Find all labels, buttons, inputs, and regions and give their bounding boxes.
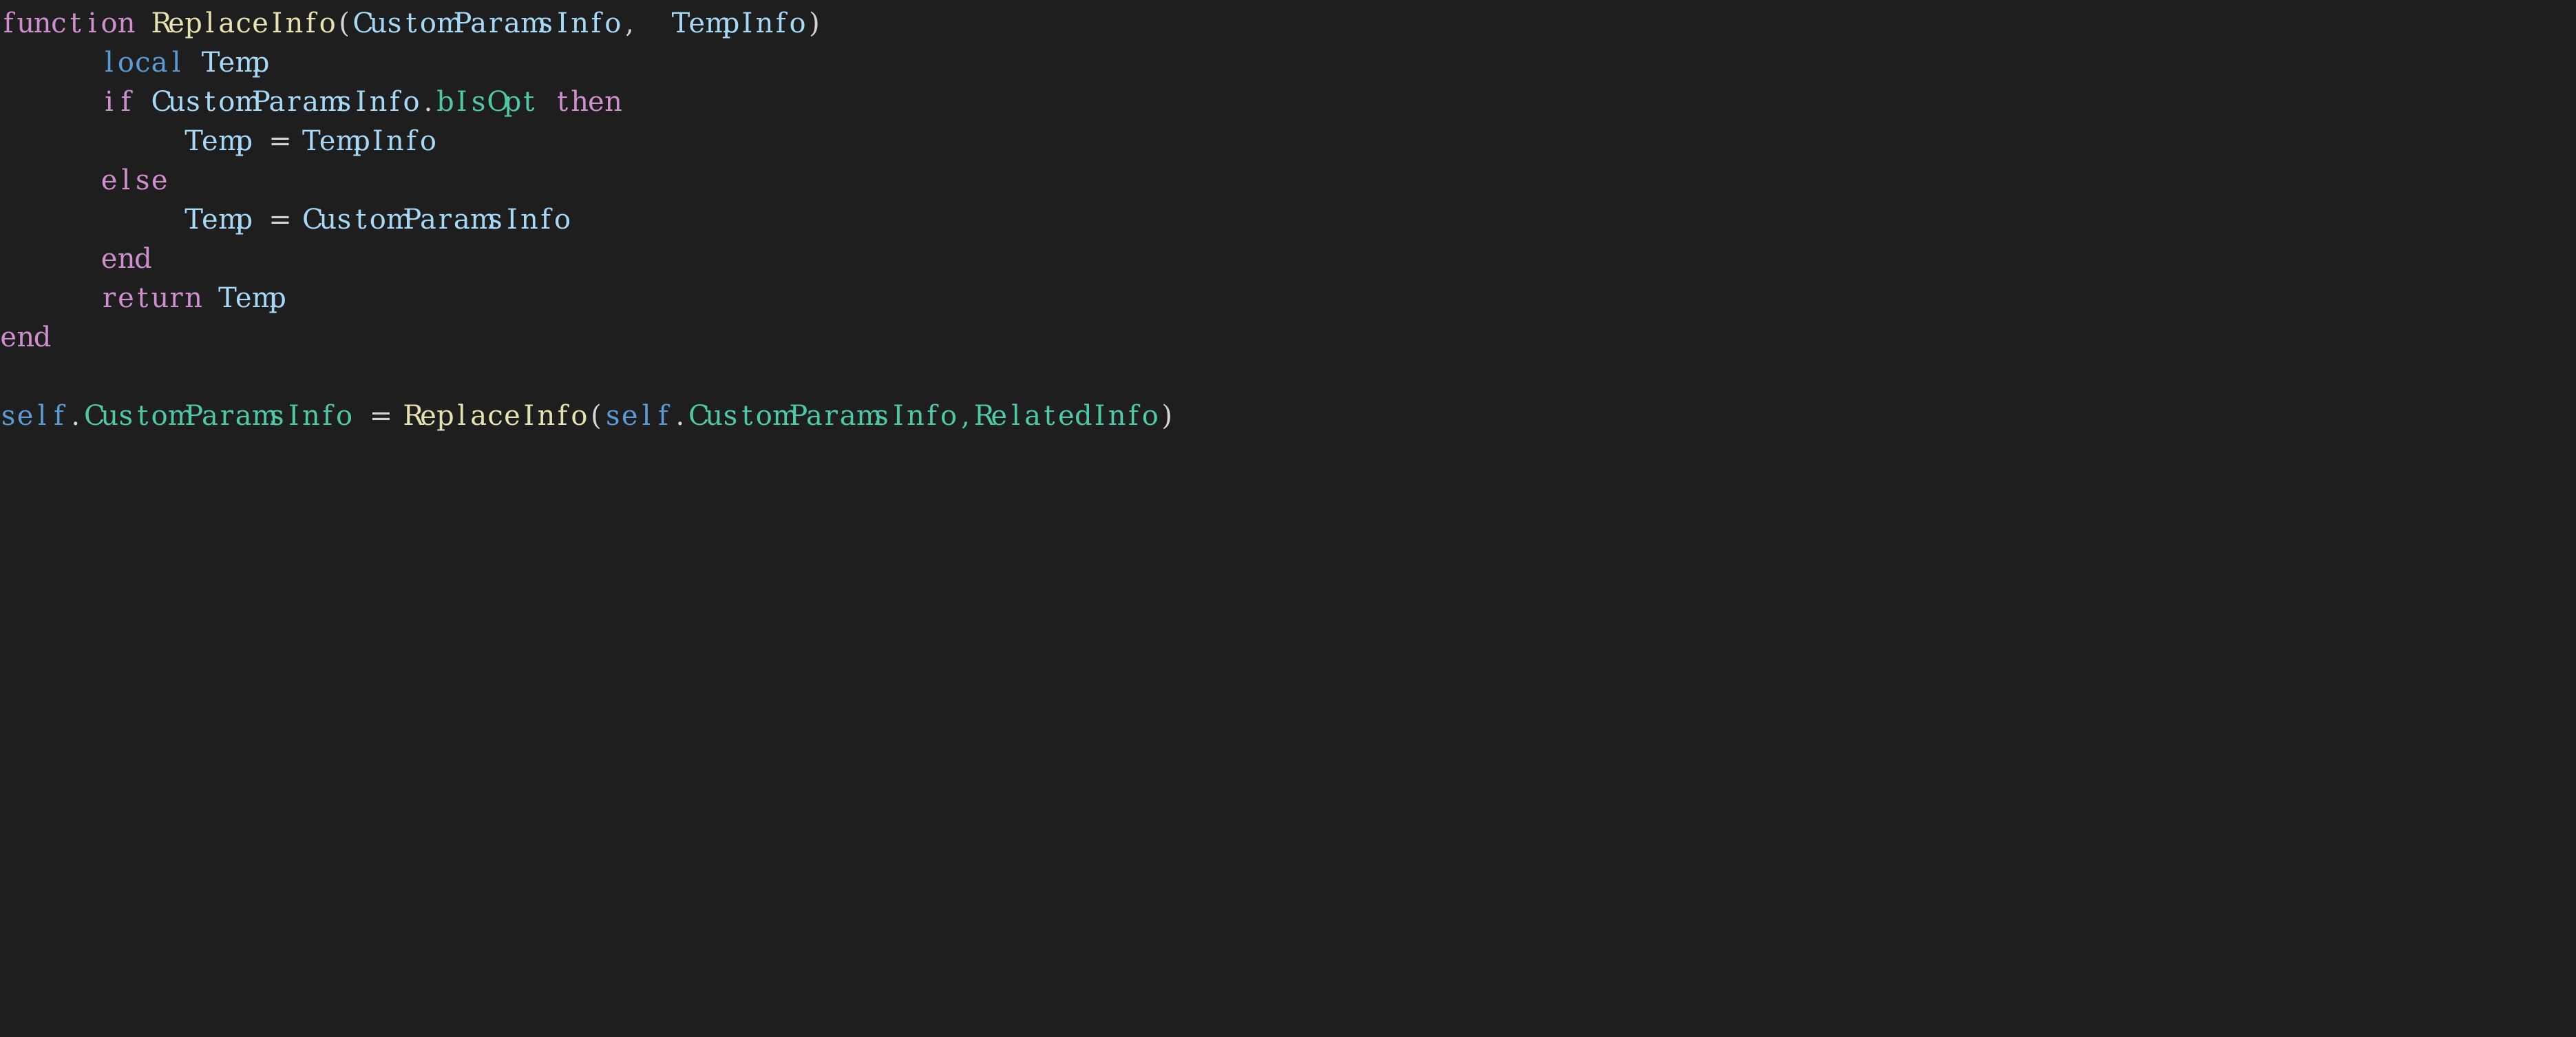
code-line[interactable] bbox=[0, 357, 2576, 397]
code-token-punct: . bbox=[71, 400, 81, 432]
code-token-operator: = bbox=[268, 125, 292, 157]
code-token-punct: ( bbox=[591, 400, 602, 432]
code-token-keyword: f unc t i on bbox=[3, 8, 136, 39]
code-token-variable: Cus t omParams Inf o bbox=[302, 204, 571, 235]
code-line[interactable]: se l f. Cus t omParams Inf o = Rep l ace Inf o(se l f… bbox=[0, 397, 2576, 436]
code-token-variable: Temp bbox=[184, 125, 253, 157]
code-token-punct: ) bbox=[809, 8, 820, 39]
code-token-property: Cus t omParams Inf o bbox=[688, 400, 958, 432]
code-line[interactable]: l oca l Temp bbox=[0, 43, 2576, 83]
code-line[interactable]: Temp = TempI nf o bbox=[0, 122, 2576, 161]
code-token-storage: l oca l bbox=[105, 47, 181, 78]
code-token-punct: , bbox=[625, 8, 634, 39]
code-token-variable: Cus t omParams Inf o bbox=[151, 86, 420, 118]
code-token-function: Rep l ace Inf o bbox=[151, 8, 336, 39]
code-token-keyword: t hen bbox=[557, 86, 622, 118]
code-token-keyword: end bbox=[101, 243, 152, 275]
code-token-storage: se l f bbox=[1, 400, 64, 432]
code-token-operator: = bbox=[369, 400, 393, 432]
code-line[interactable]: Temp = Cus t omParams Inf o bbox=[0, 200, 2576, 240]
code-token-operator: = bbox=[268, 204, 292, 235]
code-editor-content[interactable]: f unc t i on Rep l ace Inf o(Cus t omParams Inf o, T… bbox=[0, 4, 2576, 436]
code-token-keyword: end bbox=[0, 322, 52, 353]
code-token-punct: ) bbox=[1161, 400, 1172, 432]
code-token-property: Re l a t edI nf o bbox=[973, 400, 1159, 432]
code-token-keyword: if bbox=[105, 86, 131, 118]
code-line[interactable]: if Cus t omParams Inf o. bI sOpt t hen bbox=[0, 83, 2576, 122]
code-token-property: bI sOpt bbox=[436, 86, 535, 118]
code-line[interactable]: end bbox=[0, 318, 2576, 357]
code-token-keyword: e l se bbox=[101, 165, 168, 196]
code-line[interactable]: e l se bbox=[0, 161, 2576, 200]
code-token-variable: TempI nf o bbox=[671, 8, 806, 39]
code-token-variable: TempI nf o bbox=[302, 125, 436, 157]
code-token-keyword: re t urn bbox=[102, 282, 203, 314]
code-token-storage: se l f bbox=[605, 400, 668, 432]
code-line[interactable]: f unc t i on Rep l ace Inf o(Cus t omParams Inf o, T… bbox=[0, 4, 2576, 43]
code-token-property: Cus t omParams Inf o bbox=[83, 400, 353, 432]
code-token-punct: . bbox=[423, 86, 433, 118]
code-token-property: , bbox=[961, 400, 970, 432]
code-token-variable: Temp bbox=[184, 204, 253, 235]
code-token-function: Rep l ace Inf o bbox=[403, 400, 588, 432]
code-snippet-block: f unc t i on Rep l ace Inf o(Cus t omParams Inf o, T… bbox=[0, 0, 2576, 1037]
code-token-variable: Temp bbox=[201, 47, 270, 78]
code-token-variable: Cus t omParams Inf o bbox=[352, 8, 622, 39]
code-line[interactable]: re t urn Temp bbox=[0, 279, 2576, 318]
code-line[interactable]: end bbox=[0, 240, 2576, 279]
code-token-variable: Temp bbox=[218, 282, 286, 314]
code-token-punct: ( bbox=[339, 8, 350, 39]
code-token-punct: . bbox=[675, 400, 685, 432]
